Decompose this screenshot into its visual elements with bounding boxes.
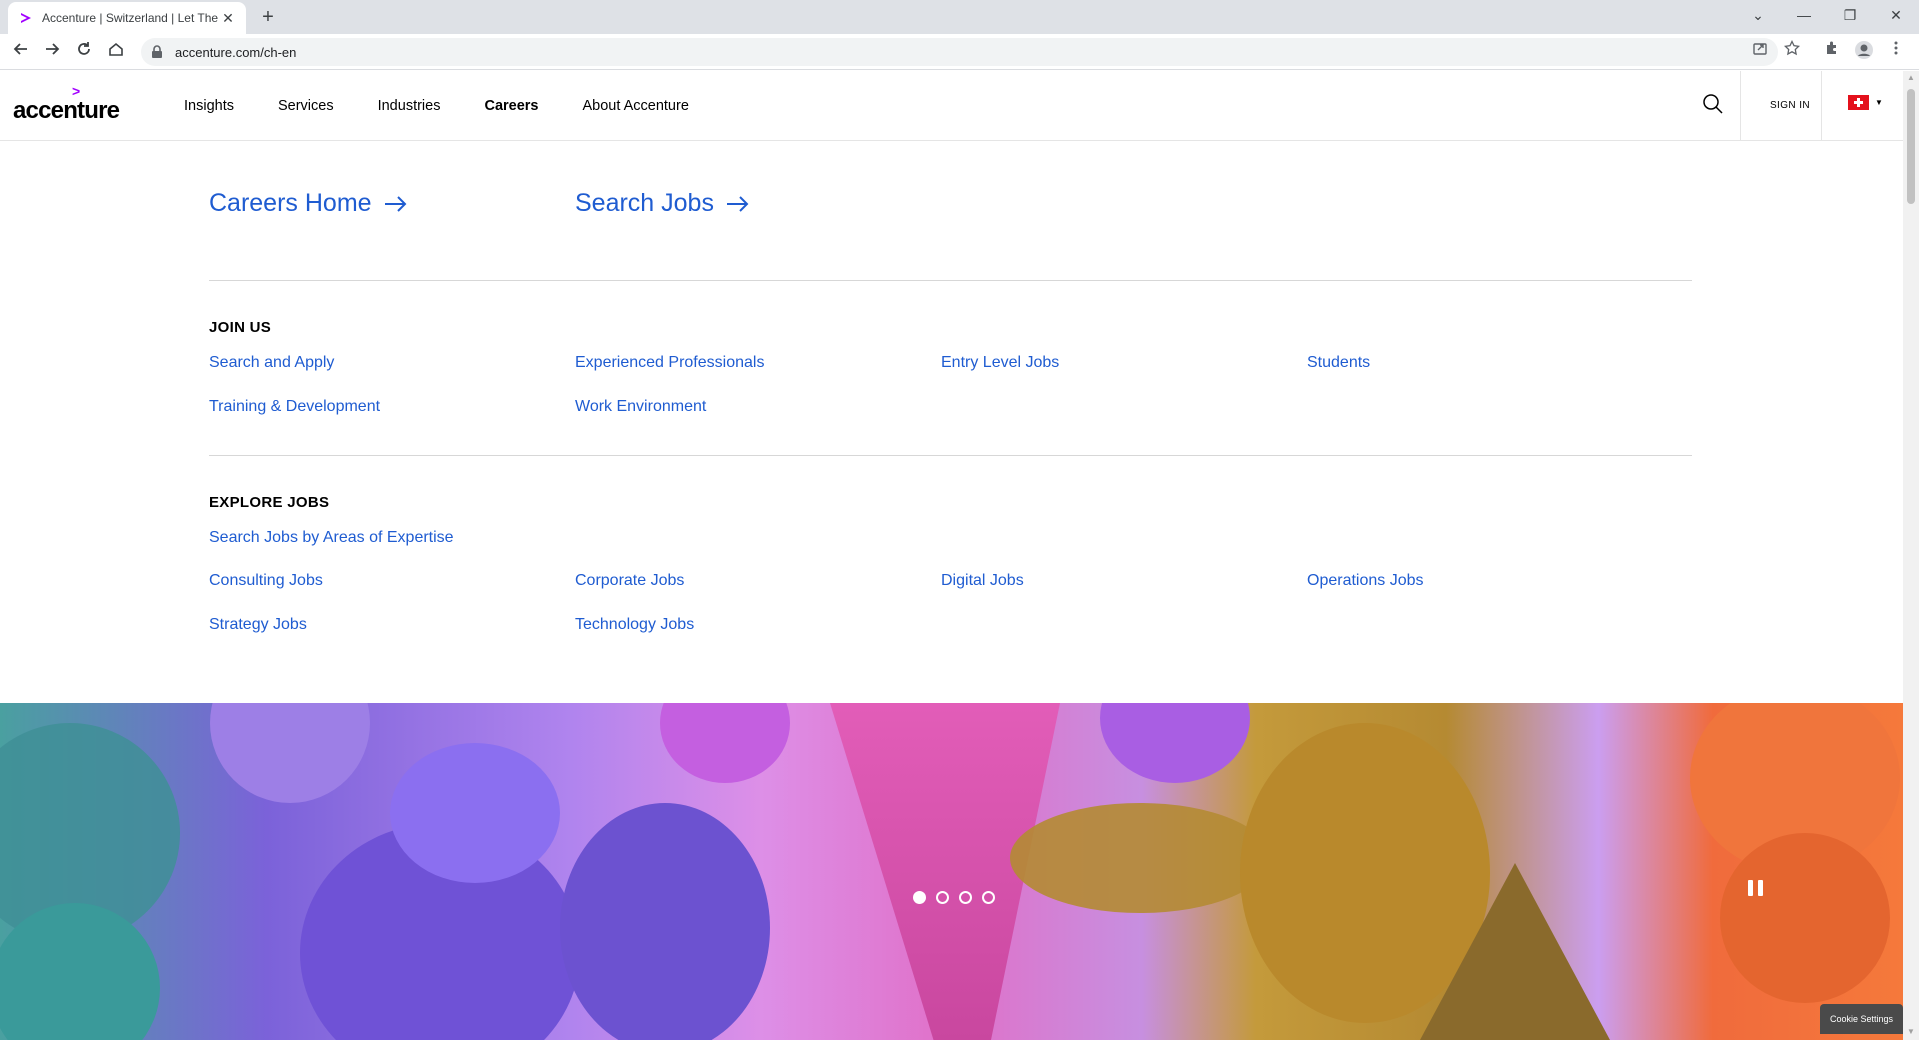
search-and-apply-link[interactable]: Search and Apply [209, 354, 334, 372]
nav-services[interactable]: Services [278, 98, 334, 114]
hero-carousel [0, 703, 1903, 1040]
url-text[interactable]: accenture.com/ch-en [175, 45, 296, 60]
tab-title: Accenture | Switzerland | Let There [42, 11, 218, 25]
share-icon[interactable] [1748, 40, 1772, 64]
carousel-dot[interactable] [936, 891, 949, 904]
careers-home-label: Careers Home [209, 189, 372, 217]
logo-text: accenture [13, 97, 120, 124]
nav-about-accenture[interactable]: About Accenture [582, 98, 688, 114]
search-icon[interactable] [1702, 93, 1726, 117]
header-divider [1740, 71, 1741, 141]
technology-jobs-link[interactable]: Technology Jobs [575, 616, 694, 634]
section-divider [209, 455, 1692, 456]
arrow-right-icon [384, 195, 408, 213]
browser-tabstrip: Accenture | Switzerland | Let There ✕ + … [0, 0, 1919, 34]
lock-icon[interactable] [151, 45, 165, 59]
strategy-jobs-link[interactable]: Strategy Jobs [209, 616, 307, 634]
window-close-button[interactable]: ✕ [1873, 0, 1919, 30]
sign-in-button[interactable]: SIGN IN [1762, 71, 1818, 141]
carousel-dots [913, 891, 995, 904]
carousel-dot[interactable] [913, 891, 926, 904]
browser-toolbar: accenture.com/ch-en [0, 34, 1919, 70]
restore-button[interactable]: ❐ [1827, 0, 1873, 30]
caret-down-icon: ▼ [1875, 98, 1883, 107]
nav-careers[interactable]: Careers [484, 98, 538, 114]
entry-level-jobs-link[interactable]: Entry Level Jobs [941, 354, 1059, 372]
country-selector[interactable]: ▼ [1848, 95, 1883, 110]
explore-jobs-heading: EXPLORE JOBS [209, 494, 330, 511]
address-bar[interactable]: accenture.com/ch-en [141, 38, 1778, 66]
pause-icon[interactable] [1748, 880, 1766, 898]
kebab-menu-icon[interactable] [1884, 40, 1908, 64]
minimize-button[interactable]: — [1781, 0, 1827, 30]
main-nav: Insights Services Industries Careers Abo… [184, 71, 733, 141]
work-environment-link[interactable]: Work Environment [575, 398, 706, 416]
nav-insights[interactable]: Insights [184, 98, 234, 114]
accenture-favicon-icon [18, 10, 34, 26]
header-divider [1821, 71, 1822, 141]
experienced-professionals-link[interactable]: Experienced Professionals [575, 354, 764, 372]
new-tab-button[interactable]: + [256, 5, 280, 29]
search-jobs-label: Search Jobs [575, 189, 714, 217]
forward-icon[interactable] [40, 40, 64, 64]
carousel-dot[interactable] [959, 891, 972, 904]
digital-jobs-link[interactable]: Digital Jobs [941, 572, 1024, 590]
scroll-down-icon[interactable]: ▼ [1907, 1027, 1915, 1036]
star-icon[interactable] [1780, 39, 1804, 64]
browser-tab[interactable]: Accenture | Switzerland | Let There ✕ [8, 2, 246, 34]
reload-icon[interactable] [72, 40, 96, 64]
corporate-jobs-link[interactable]: Corporate Jobs [575, 572, 684, 590]
scroll-up-icon[interactable]: ▲ [1907, 73, 1915, 82]
join-us-heading: JOIN US [209, 319, 272, 336]
back-icon[interactable] [9, 40, 33, 64]
section-divider [209, 280, 1692, 281]
careers-megamenu: Careers Home Search Jobs JOIN US Search … [0, 142, 1903, 703]
profile-icon[interactable] [1852, 40, 1876, 64]
carousel-dot[interactable] [982, 891, 995, 904]
nav-industries[interactable]: Industries [378, 98, 441, 114]
arrow-right-icon [726, 195, 750, 213]
swiss-flag-icon [1848, 95, 1869, 110]
consulting-jobs-link[interactable]: Consulting Jobs [209, 572, 323, 590]
training-development-link[interactable]: Training & Development [209, 398, 380, 416]
scroll-thumb[interactable] [1907, 89, 1915, 204]
operations-jobs-link[interactable]: Operations Jobs [1307, 572, 1424, 590]
areas-of-expertise-link[interactable]: Search Jobs by Areas of Expertise [209, 529, 454, 547]
tab-close-icon[interactable]: ✕ [220, 10, 236, 27]
home-icon[interactable] [104, 40, 128, 64]
careers-home-link[interactable]: Careers Home [209, 189, 408, 218]
students-link[interactable]: Students [1307, 354, 1370, 372]
search-jobs-link[interactable]: Search Jobs [575, 189, 750, 218]
tab-search-icon[interactable]: ⌄ [1735, 0, 1781, 30]
extensions-icon[interactable] [1820, 40, 1844, 64]
page-scrollbar[interactable]: ▲ ▼ [1903, 71, 1919, 1040]
cookie-settings-button[interactable]: Cookie Settings [1820, 1004, 1903, 1034]
site-header: > accenture Insights Services Industries… [0, 71, 1903, 141]
